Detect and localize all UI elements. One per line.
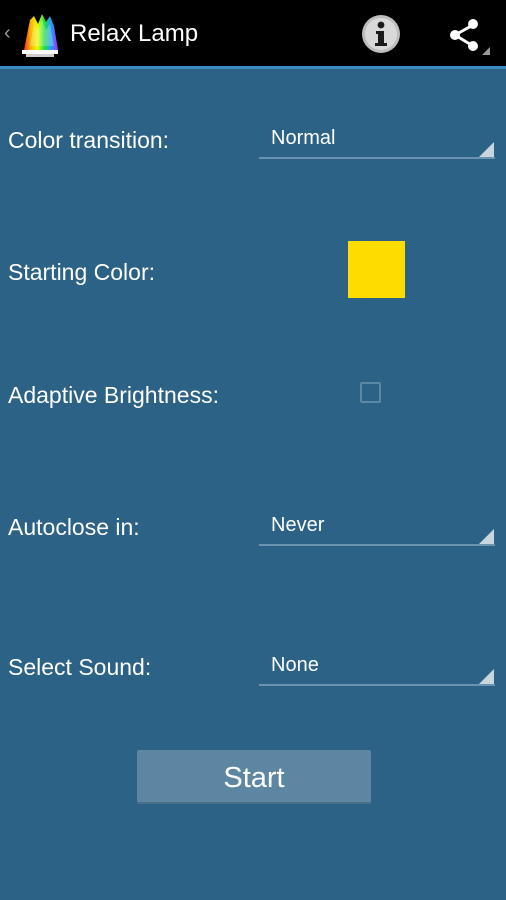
- starting-color-swatch[interactable]: [348, 241, 405, 298]
- dropdown-triangle-icon: [479, 669, 494, 684]
- action-bar-divider: [0, 66, 506, 69]
- autoclose-label: Autoclose in:: [8, 514, 140, 540]
- dropdown-triangle-icon: [479, 529, 494, 544]
- autoclose-value: Never: [271, 514, 325, 536]
- relax-lamp-app-icon[interactable]: [16, 10, 64, 58]
- select-sound-spinner[interactable]: None: [259, 646, 495, 686]
- select-sound-value: None: [271, 654, 319, 676]
- start-button[interactable]: Start: [137, 750, 371, 804]
- action-bar: ‹ Relax Lamp: [0, 0, 506, 66]
- color-transition-label: Color transition:: [8, 127, 170, 153]
- adaptive-brightness-label: Adaptive Brightness:: [8, 382, 219, 408]
- spinner-underline: [259, 157, 495, 159]
- select-sound-label: Select Sound:: [8, 654, 152, 680]
- color-transition-value: Normal: [271, 127, 336, 149]
- adaptive-brightness-checkbox[interactable]: [360, 382, 381, 403]
- info-icon[interactable]: [360, 13, 402, 55]
- autoclose-spinner[interactable]: Never: [259, 506, 495, 546]
- share-icon[interactable]: [446, 15, 492, 57]
- spinner-underline: [259, 684, 495, 686]
- color-transition-spinner[interactable]: Normal: [259, 119, 495, 159]
- starting-color-label: Starting Color:: [8, 259, 156, 285]
- app-title: Relax Lamp: [70, 20, 199, 47]
- spinner-underline: [259, 544, 495, 546]
- up-caret-icon[interactable]: ‹: [4, 23, 11, 43]
- dropdown-triangle-icon: [479, 142, 494, 157]
